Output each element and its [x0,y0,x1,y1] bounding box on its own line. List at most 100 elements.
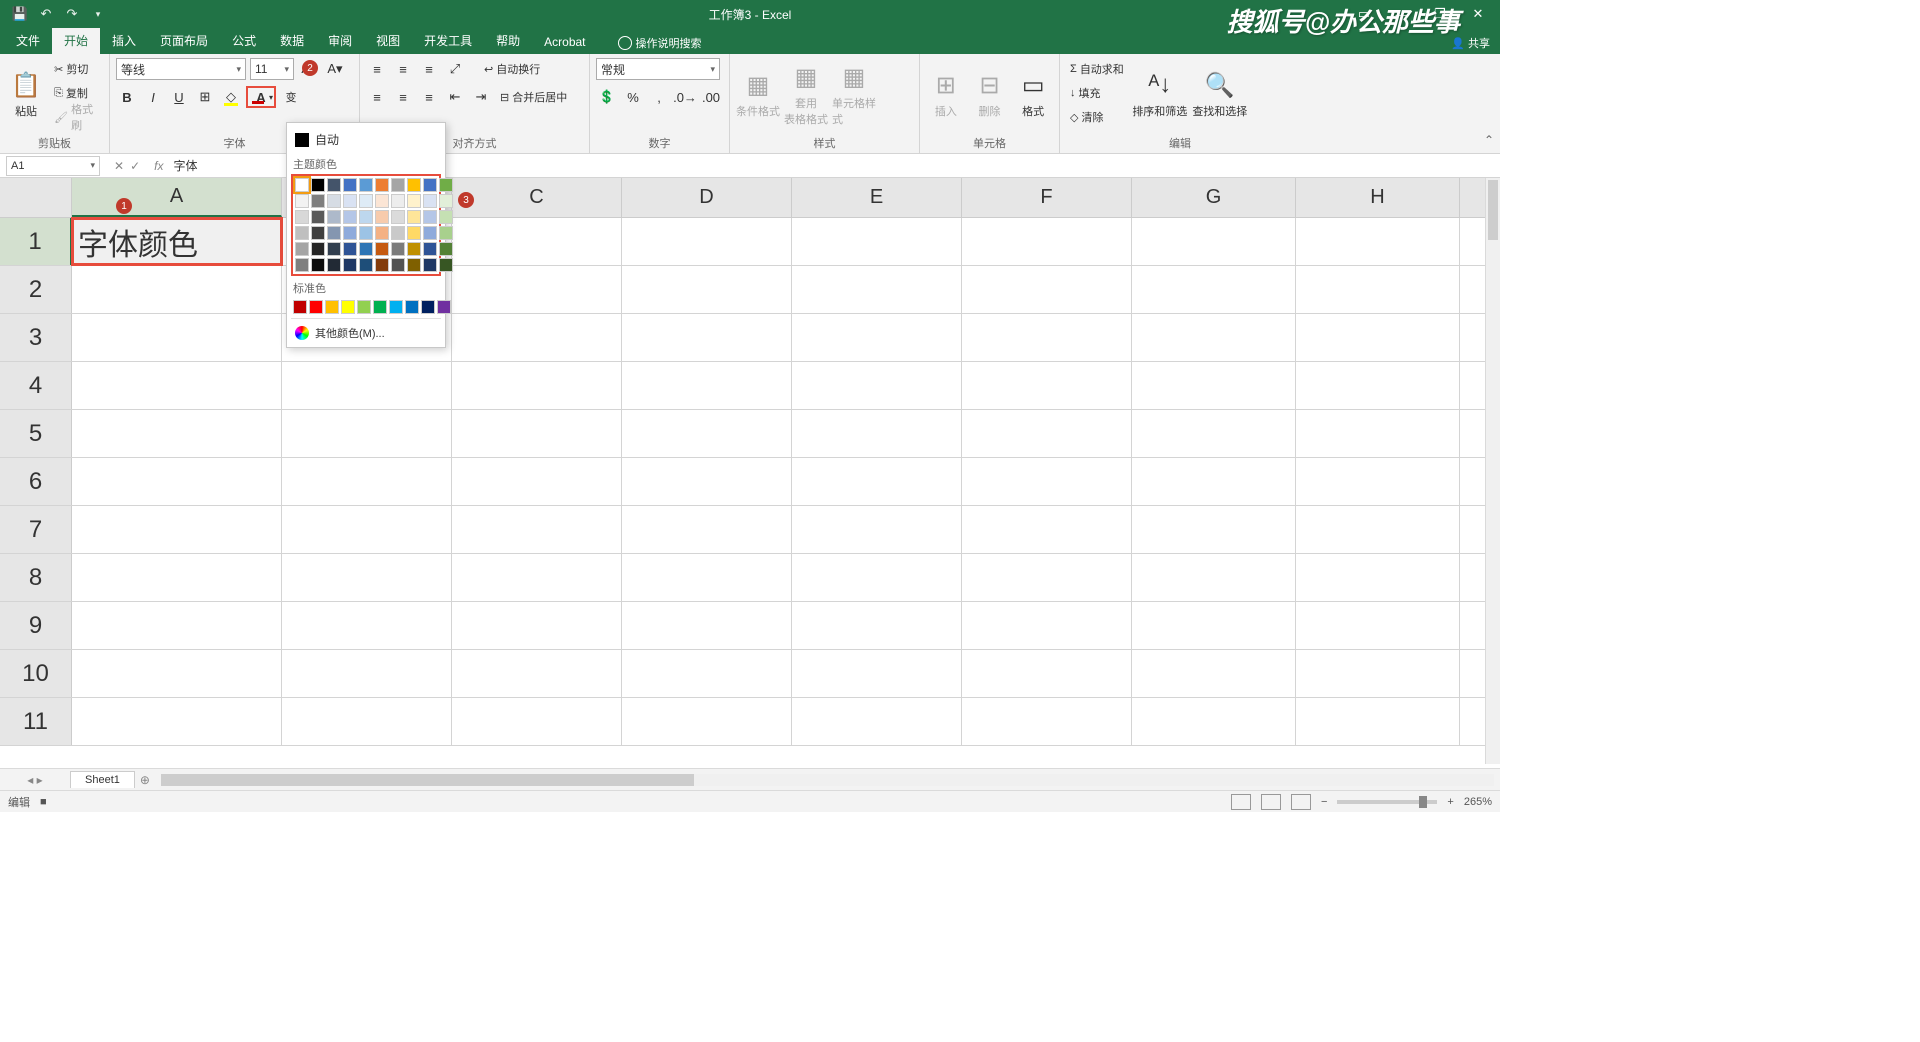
cell-H6[interactable] [1296,458,1460,505]
decrease-decimal-button[interactable]: .00 [700,86,722,108]
standard-swatch[interactable] [373,300,387,314]
cell-D2[interactable] [622,266,792,313]
cancel-edit-icon[interactable]: ✕ [114,159,124,173]
align-bottom-button[interactable]: ≡ [418,58,440,80]
cell-A11[interactable] [72,698,282,745]
sheet-tab-1[interactable]: Sheet1 [70,771,135,788]
number-format-select[interactable]: 常规▾ [596,58,720,80]
redo-icon[interactable]: ↷ [60,2,84,26]
underline-button[interactable]: U [168,86,190,108]
scroll-thumb[interactable] [1488,180,1498,240]
cell-styles-button[interactable]: ▦单元格样式 [832,58,876,130]
theme-swatch[interactable] [343,194,357,208]
cell-D9[interactable] [622,602,792,649]
cell-A3[interactable] [72,314,282,361]
theme-swatch[interactable] [407,194,421,208]
theme-swatch[interactable] [311,242,325,256]
cell-F10[interactable] [962,650,1132,697]
row-header-4[interactable]: 4 [0,362,72,409]
cell-E7[interactable] [792,506,962,553]
cell-A7[interactable] [72,506,282,553]
tell-me-search[interactable]: 操作说明搜索 [618,35,702,54]
cut-button[interactable]: ✂剪切 [50,58,103,80]
cell-A5[interactable] [72,410,282,457]
standard-swatch[interactable] [341,300,355,314]
standard-swatch[interactable] [309,300,323,314]
cell-B8[interactable] [282,554,452,601]
theme-swatch[interactable] [423,258,437,272]
cell-G10[interactable] [1132,650,1296,697]
cell-F3[interactable] [962,314,1132,361]
theme-swatch[interactable] [375,194,389,208]
hscroll-thumb[interactable] [161,774,694,786]
vertical-scrollbar[interactable] [1485,178,1500,764]
theme-swatch[interactable] [327,194,341,208]
theme-swatch[interactable] [391,226,405,240]
cell-C7[interactable] [452,506,622,553]
row-header-3[interactable]: 3 [0,314,72,361]
tab-acrobat[interactable]: Acrobat [532,30,597,54]
cell-D6[interactable] [622,458,792,505]
merge-center-button[interactable]: ⊟合并后居中 [496,86,571,108]
cell-H11[interactable] [1296,698,1460,745]
cell-B9[interactable] [282,602,452,649]
cell-E2[interactable] [792,266,962,313]
close-icon[interactable]: ✕ [1460,2,1496,26]
theme-swatch[interactable] [375,178,389,192]
theme-swatch[interactable] [311,194,325,208]
align-middle-button[interactable]: ≡ [392,58,414,80]
cell-B10[interactable] [282,650,452,697]
theme-swatch[interactable] [327,210,341,224]
theme-swatch[interactable] [391,242,405,256]
cell-E11[interactable] [792,698,962,745]
theme-swatch[interactable] [343,178,357,192]
find-select-button[interactable]: 🔍查找和选择 [1192,58,1248,130]
cell-G3[interactable] [1132,314,1296,361]
cell-D5[interactable] [622,410,792,457]
tab-home[interactable]: 开始 [52,27,100,54]
row-header-9[interactable]: 9 [0,602,72,649]
cell-A8[interactable] [72,554,282,601]
border-button[interactable]: ⊞ [194,86,216,108]
insert-cells-button[interactable]: ⊞插入 [926,58,966,130]
cell-H10[interactable] [1296,650,1460,697]
row-header-1[interactable]: 1 [0,218,72,265]
cell-E5[interactable] [792,410,962,457]
cell-C9[interactable] [452,602,622,649]
cell-E1[interactable] [792,218,962,265]
page-break-view-button[interactable] [1291,794,1311,810]
theme-swatch[interactable] [359,226,373,240]
cell-E4[interactable] [792,362,962,409]
standard-swatch[interactable] [293,300,307,314]
sheet-nav[interactable]: ◂ ▸ [0,773,70,787]
cell-D1[interactable] [622,218,792,265]
standard-swatch[interactable] [389,300,403,314]
row-header-5[interactable]: 5 [0,410,72,457]
zoom-handle[interactable] [1419,796,1427,808]
color-auto-row[interactable]: 自动 [291,127,441,152]
cell-D11[interactable] [622,698,792,745]
theme-swatch[interactable] [423,226,437,240]
theme-swatch[interactable] [439,210,453,224]
select-all-corner[interactable] [0,178,72,217]
theme-swatch[interactable] [295,210,309,224]
clear-button[interactable]: ◇清除 [1066,106,1128,128]
cell-G1[interactable] [1132,218,1296,265]
cell-B7[interactable] [282,506,452,553]
col-header-C[interactable]: C [452,178,622,217]
theme-swatch[interactable] [295,178,309,192]
cell-C10[interactable] [452,650,622,697]
cell-F7[interactable] [962,506,1132,553]
cell-A1[interactable]: 字体颜色 [72,218,282,265]
delete-cells-button[interactable]: ⊟删除 [970,58,1010,130]
theme-swatch[interactable] [295,258,309,272]
cell-G9[interactable] [1132,602,1296,649]
theme-swatch[interactable] [295,226,309,240]
fill-button[interactable]: ↓填充 [1066,82,1128,104]
cell-F4[interactable] [962,362,1132,409]
zoom-slider[interactable] [1337,800,1437,804]
standard-swatch[interactable] [357,300,371,314]
col-header-A[interactable]: A [72,178,282,217]
row-header-7[interactable]: 7 [0,506,72,553]
cell-G6[interactable] [1132,458,1296,505]
